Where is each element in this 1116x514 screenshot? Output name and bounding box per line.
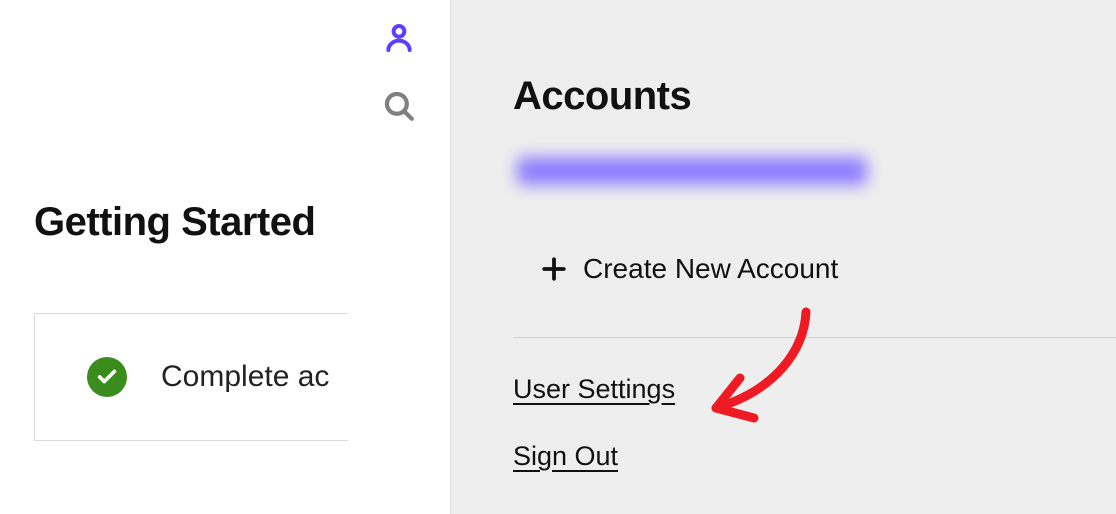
- page-title: Getting Started: [34, 200, 348, 245]
- user-menu-button[interactable]: [379, 18, 419, 58]
- card-label: Complete ac: [161, 360, 329, 394]
- plus-icon: [541, 256, 567, 282]
- search-button[interactable]: [379, 86, 419, 126]
- divider: [513, 337, 1116, 338]
- main-content: Getting Started Complete ac: [0, 0, 348, 514]
- account-url-redacted[interactable]: [517, 157, 867, 185]
- sign-out-link[interactable]: Sign Out: [513, 441, 618, 472]
- search-icon: [382, 89, 416, 123]
- user-icon: [383, 22, 415, 54]
- create-new-account-label: Create New Account: [583, 253, 838, 285]
- accounts-flyout: Accounts Create New Account User Setting…: [450, 0, 1116, 514]
- user-settings-link[interactable]: User Settings: [513, 374, 675, 405]
- icon-rail: [348, 0, 450, 514]
- check-complete-icon: [87, 357, 127, 397]
- flyout-heading: Accounts: [513, 74, 1116, 119]
- create-new-account-button[interactable]: Create New Account: [541, 253, 1116, 285]
